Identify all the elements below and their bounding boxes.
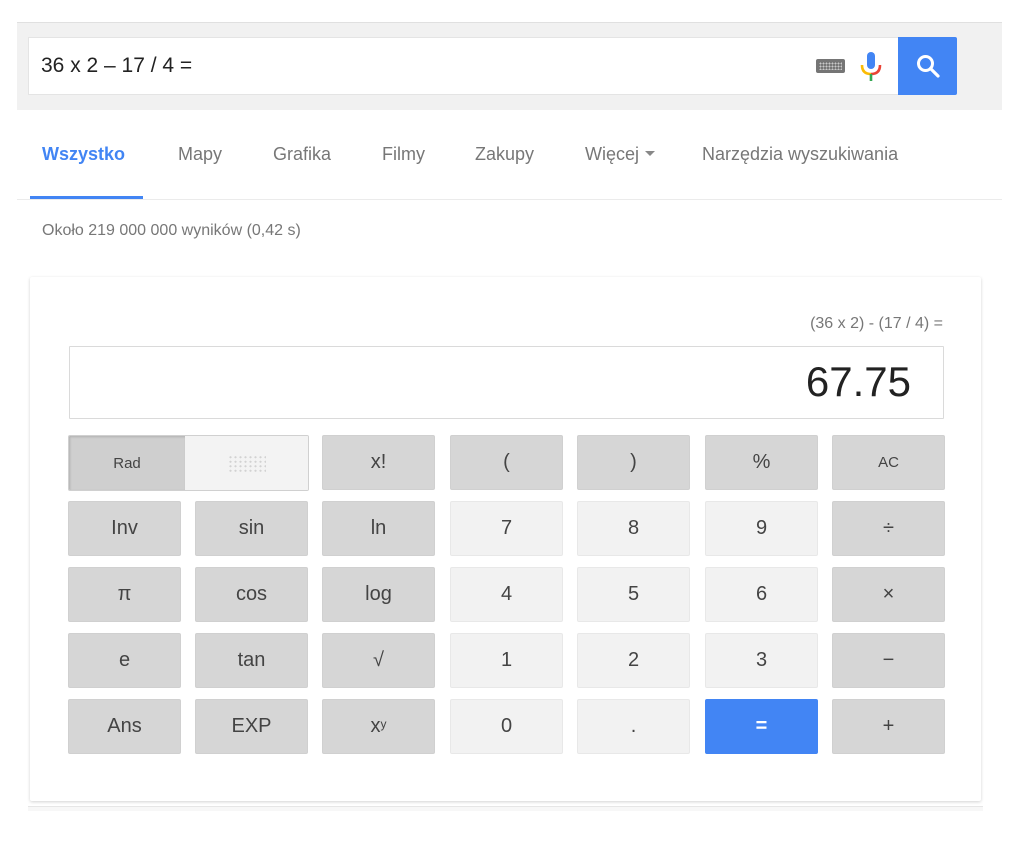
plus-button[interactable]: + (832, 699, 945, 754)
angle-mode-toggle[interactable]: Rad (68, 435, 309, 491)
obscured-label (227, 454, 266, 472)
sqrt-button[interactable]: √ (322, 633, 435, 688)
digit-1-button[interactable]: 1 (450, 633, 563, 688)
power-base: x (370, 715, 381, 737)
ans-button[interactable]: Ans (68, 699, 181, 754)
close-paren-button[interactable]: ) (577, 435, 690, 490)
sin-button[interactable]: sin (195, 501, 308, 556)
e-button[interactable]: e (68, 633, 181, 688)
cos-button[interactable]: cos (195, 567, 308, 622)
digit-9-button[interactable]: 9 (705, 501, 818, 556)
tab-zakupy[interactable]: Zakupy (475, 144, 534, 165)
minus-button[interactable]: − (832, 633, 945, 688)
decimal-button[interactable]: . (577, 699, 690, 754)
inv-button[interactable]: Inv (68, 501, 181, 556)
pi-button[interactable]: π (68, 567, 181, 622)
search-box (28, 37, 898, 95)
tab-grafika[interactable]: Grafika (273, 144, 331, 165)
deg-button[interactable] (185, 436, 308, 490)
rad-button[interactable]: Rad (69, 436, 185, 490)
power-exponent: y (380, 716, 387, 731)
exp-button[interactable]: EXP (195, 699, 308, 754)
magnifier-icon (916, 55, 940, 78)
digit-2-button[interactable]: 2 (577, 633, 690, 688)
multiply-button[interactable]: × (832, 567, 945, 622)
keyboard-icon[interactable] (816, 59, 845, 73)
calculator-display: 67.75 (69, 346, 944, 419)
digit-3-button[interactable]: 3 (705, 633, 818, 688)
caret-down-icon (645, 150, 656, 156)
ln-button[interactable]: ln (322, 501, 435, 556)
factorial-button[interactable]: x! (322, 435, 435, 490)
calculator-expression: (36 x 2) - (17 / 4) = (810, 315, 943, 332)
digit-0-button[interactable]: 0 (450, 699, 563, 754)
tab-wszystko[interactable]: Wszystko (42, 144, 125, 165)
power-button[interactable]: xy (322, 699, 435, 754)
digit-6-button[interactable]: 6 (705, 567, 818, 622)
search-tabs: Wszystko Mapy Grafika Filmy Zakupy Więce… (17, 130, 1002, 200)
results-count: Około 219 000 000 wyników (0,42 s) (42, 222, 301, 239)
percent-button[interactable]: % (705, 435, 818, 490)
digit-5-button[interactable]: 5 (577, 567, 690, 622)
divide-button[interactable]: ÷ (832, 501, 945, 556)
tab-wiecej-label: Więcej (585, 144, 640, 164)
search-button[interactable] (898, 37, 957, 95)
microphone-icon[interactable] (859, 51, 883, 83)
clear-button[interactable]: AC (832, 435, 945, 490)
tab-narzedzia-wyszukiwania[interactable]: Narzędzia wyszukiwania (702, 144, 898, 165)
tab-filmy[interactable]: Filmy (382, 144, 425, 165)
open-paren-button[interactable]: ( (450, 435, 563, 490)
digit-7-button[interactable]: 7 (450, 501, 563, 556)
active-tab-indicator (30, 196, 143, 199)
calculator-result: 67.75 (805, 358, 911, 405)
search-input[interactable] (41, 38, 801, 94)
log-button[interactable]: log (322, 567, 435, 622)
card-divider (28, 806, 983, 811)
digit-4-button[interactable]: 4 (450, 567, 563, 622)
tab-mapy[interactable]: Mapy (178, 144, 222, 165)
digit-8-button[interactable]: 8 (577, 501, 690, 556)
tan-button[interactable]: tan (195, 633, 308, 688)
equals-button[interactable]: = (705, 699, 818, 754)
calculator-card: (36 x 2) - (17 / 4) = 67.75 Rad x! ( ) %… (30, 277, 981, 801)
tab-wiecej[interactable]: Więcej (585, 144, 656, 165)
